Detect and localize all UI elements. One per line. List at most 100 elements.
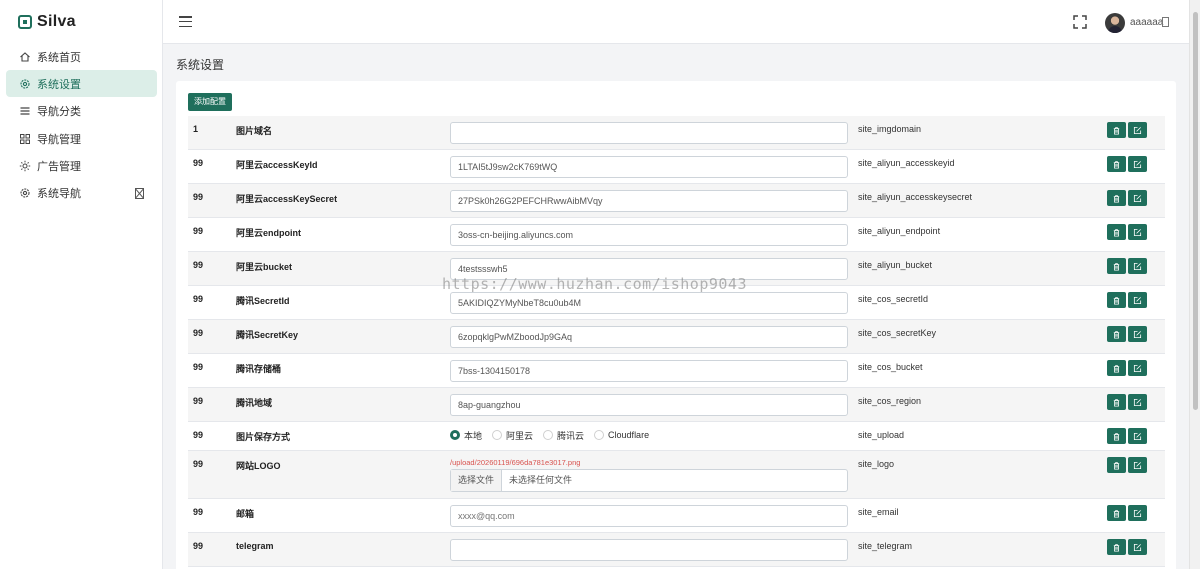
delete-button[interactable]: [1107, 539, 1126, 555]
delete-button[interactable]: [1107, 122, 1126, 138]
grid-icon: [19, 133, 31, 145]
sidebar-item-label: 系统设置: [37, 78, 81, 91]
radio-label: Cloudflare: [608, 430, 650, 440]
username[interactable]: aaaaaa: [1130, 17, 1163, 28]
delete-button[interactable]: [1107, 360, 1126, 376]
edit-button[interactable]: [1128, 394, 1147, 410]
config-value-input[interactable]: [450, 190, 848, 212]
config-value-input[interactable]: [450, 326, 848, 348]
config-key: site_cos_bucket: [858, 362, 923, 372]
delete-button[interactable]: [1107, 457, 1126, 473]
radio-1[interactable]: [492, 430, 503, 440]
logo-path[interactable]: /upload/20260119/696da781e3017.png: [450, 458, 580, 467]
config-key: site_aliyun_endpoint: [858, 226, 941, 236]
sidebar-menu: 系统首页 系统设置 导航分类 导航管理 广告管理 系统导航: [6, 43, 157, 207]
sidebar-item-ad-manage[interactable]: 广告管理: [6, 153, 157, 180]
config-value-input[interactable]: [450, 394, 848, 416]
delete-button[interactable]: [1107, 428, 1126, 444]
table-row: 99 阿里云endpoint site_aliyun_endpoint: [188, 218, 1165, 252]
edit-button[interactable]: [1128, 258, 1147, 274]
edit-button[interactable]: [1128, 122, 1147, 138]
config-key: site_aliyun_accesskeysecret: [858, 192, 973, 202]
config-key: site_aliyun_bucket: [858, 260, 933, 270]
gear-icon: [19, 187, 31, 199]
edit-icon: [1133, 330, 1142, 339]
edit-button[interactable]: [1128, 457, 1147, 473]
upload-method-radios: 本地 阿里云 腾讯云 Cloudflare: [450, 428, 659, 442]
config-title: 图片保存方式: [236, 432, 291, 442]
config-value-input[interactable]: [450, 292, 848, 314]
config-value-input[interactable]: [450, 224, 848, 246]
edit-icon: [1133, 398, 1142, 407]
menu-toggle-icon[interactable]: [179, 16, 192, 28]
config-title: 腾讯地域: [236, 398, 273, 408]
edit-button[interactable]: [1128, 224, 1147, 240]
edit-icon: [1133, 461, 1142, 470]
radio-2[interactable]: [543, 430, 554, 440]
config-title: 腾讯SecretId: [236, 296, 290, 306]
delete-button[interactable]: [1107, 505, 1126, 521]
config-key: site_imgdomain: [858, 124, 922, 134]
config-value-input[interactable]: [450, 505, 848, 527]
config-value-input[interactable]: [450, 156, 848, 178]
edit-button[interactable]: [1128, 190, 1147, 206]
avatar[interactable]: [1105, 13, 1125, 33]
sort-value: 99: [193, 459, 204, 469]
delete-button[interactable]: [1107, 224, 1126, 240]
trash-icon: [1112, 432, 1121, 441]
trash-icon: [1112, 262, 1121, 271]
table-row: 99 网站LOGO/upload/20260119/696da781e3017.p…: [188, 451, 1165, 499]
expand-icon[interactable]: [135, 187, 144, 199]
edit-button[interactable]: [1128, 505, 1147, 521]
radio-3[interactable]: [594, 430, 605, 440]
config-title: 邮箱: [236, 509, 255, 519]
trash-icon: [1112, 160, 1121, 169]
brand[interactable]: Silva: [18, 13, 76, 31]
delete-button[interactable]: [1107, 156, 1126, 172]
delete-button[interactable]: [1107, 258, 1126, 274]
edit-button[interactable]: [1128, 156, 1147, 172]
home-icon: [19, 51, 31, 63]
config-value-input[interactable]: [450, 539, 848, 561]
sidebar-item-system-settings[interactable]: 系统设置: [6, 70, 157, 98]
table-row: 99 阿里云accessKeySecret site_aliyun_accesske…: [188, 184, 1165, 218]
scrollbar[interactable]: [1189, 0, 1200, 569]
delete-button[interactable]: [1107, 394, 1126, 410]
add-config-button[interactable]: 添加配置: [188, 93, 232, 111]
choose-file-button[interactable]: 选择文件: [451, 470, 503, 491]
edit-button[interactable]: [1128, 428, 1147, 444]
edit-icon: [1133, 509, 1142, 518]
delete-button[interactable]: [1107, 292, 1126, 308]
sort-value: 99: [193, 396, 204, 406]
config-value-input[interactable]: [450, 258, 848, 280]
config-title: 阿里云accessKeySecret: [236, 194, 338, 204]
edit-button[interactable]: [1128, 292, 1147, 308]
fullscreen-icon[interactable]: [1073, 15, 1087, 29]
config-value-input[interactable]: [450, 360, 848, 382]
delete-button[interactable]: [1107, 326, 1126, 342]
config-value-input[interactable]: [450, 122, 848, 144]
edit-button[interactable]: [1128, 326, 1147, 342]
user-dropdown-icon[interactable]: [1162, 17, 1169, 27]
edit-button[interactable]: [1128, 360, 1147, 376]
config-title: 图片域名: [236, 126, 273, 136]
table-row: 99 telegram site_telegram: [188, 533, 1165, 567]
sort-value: 99: [193, 430, 204, 440]
edit-button[interactable]: [1128, 539, 1147, 555]
sidebar-item-nav-category[interactable]: 导航分类: [6, 98, 157, 125]
table-row: 99 腾讯SecretId site_cos_secretId: [188, 286, 1165, 320]
sidebar-item-nav-manage[interactable]: 导航管理: [6, 125, 157, 152]
scrollbar-thumb[interactable]: [1193, 12, 1198, 410]
sidebar-item-home[interactable]: 系统首页: [6, 43, 157, 70]
trash-icon: [1112, 330, 1121, 339]
delete-button[interactable]: [1107, 190, 1126, 206]
config-title: 腾讯存储桶: [236, 364, 282, 374]
sidebar-item-label: 系统首页: [37, 51, 81, 64]
radio-0[interactable]: [450, 430, 460, 440]
file-input[interactable]: 选择文件 未选择任何文件: [450, 469, 848, 492]
sort-value: 99: [193, 158, 204, 168]
sidebar-item-system-nav[interactable]: 系统导航: [6, 180, 157, 207]
edit-icon: [1133, 296, 1142, 305]
sort-value: 99: [193, 507, 204, 517]
radio-label: 本地: [464, 430, 483, 441]
